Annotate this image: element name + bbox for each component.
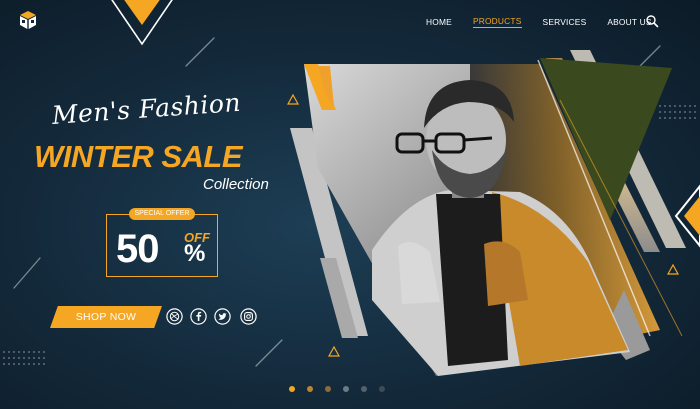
offer-percent-value: 50	[116, 227, 159, 271]
special-offer-tag: SPECIAL OFFER	[129, 208, 195, 220]
dribbble-icon[interactable]	[166, 308, 183, 325]
facebook-icon[interactable]	[190, 308, 207, 325]
sale-title: WINTER SALE	[34, 139, 243, 174]
shop-now-button[interactable]: SHOP NOW	[50, 306, 162, 328]
instagram-icon[interactable]	[240, 308, 257, 325]
carousel-dot-3[interactable]	[325, 386, 331, 392]
carousel-dot-6[interactable]	[379, 386, 385, 392]
special-offer-box: SPECIAL OFFER 50 OFF %	[106, 208, 218, 277]
carousel-dot-2[interactable]	[307, 386, 313, 392]
twitter-icon[interactable]	[214, 308, 231, 325]
carousel-dot-1[interactable]	[289, 386, 295, 392]
carousel-dot-4[interactable]	[343, 386, 349, 392]
model-photo-collage	[290, 50, 686, 376]
offer-percent-sign: %	[184, 240, 206, 267]
carousel-dots	[289, 386, 397, 392]
carousel-dot-5[interactable]	[361, 386, 367, 392]
collection-subtitle: Collection	[203, 176, 269, 193]
hero-banner: HOME PRODUCTS SERVICES ABOUT US Men's Fa…	[0, 0, 700, 409]
